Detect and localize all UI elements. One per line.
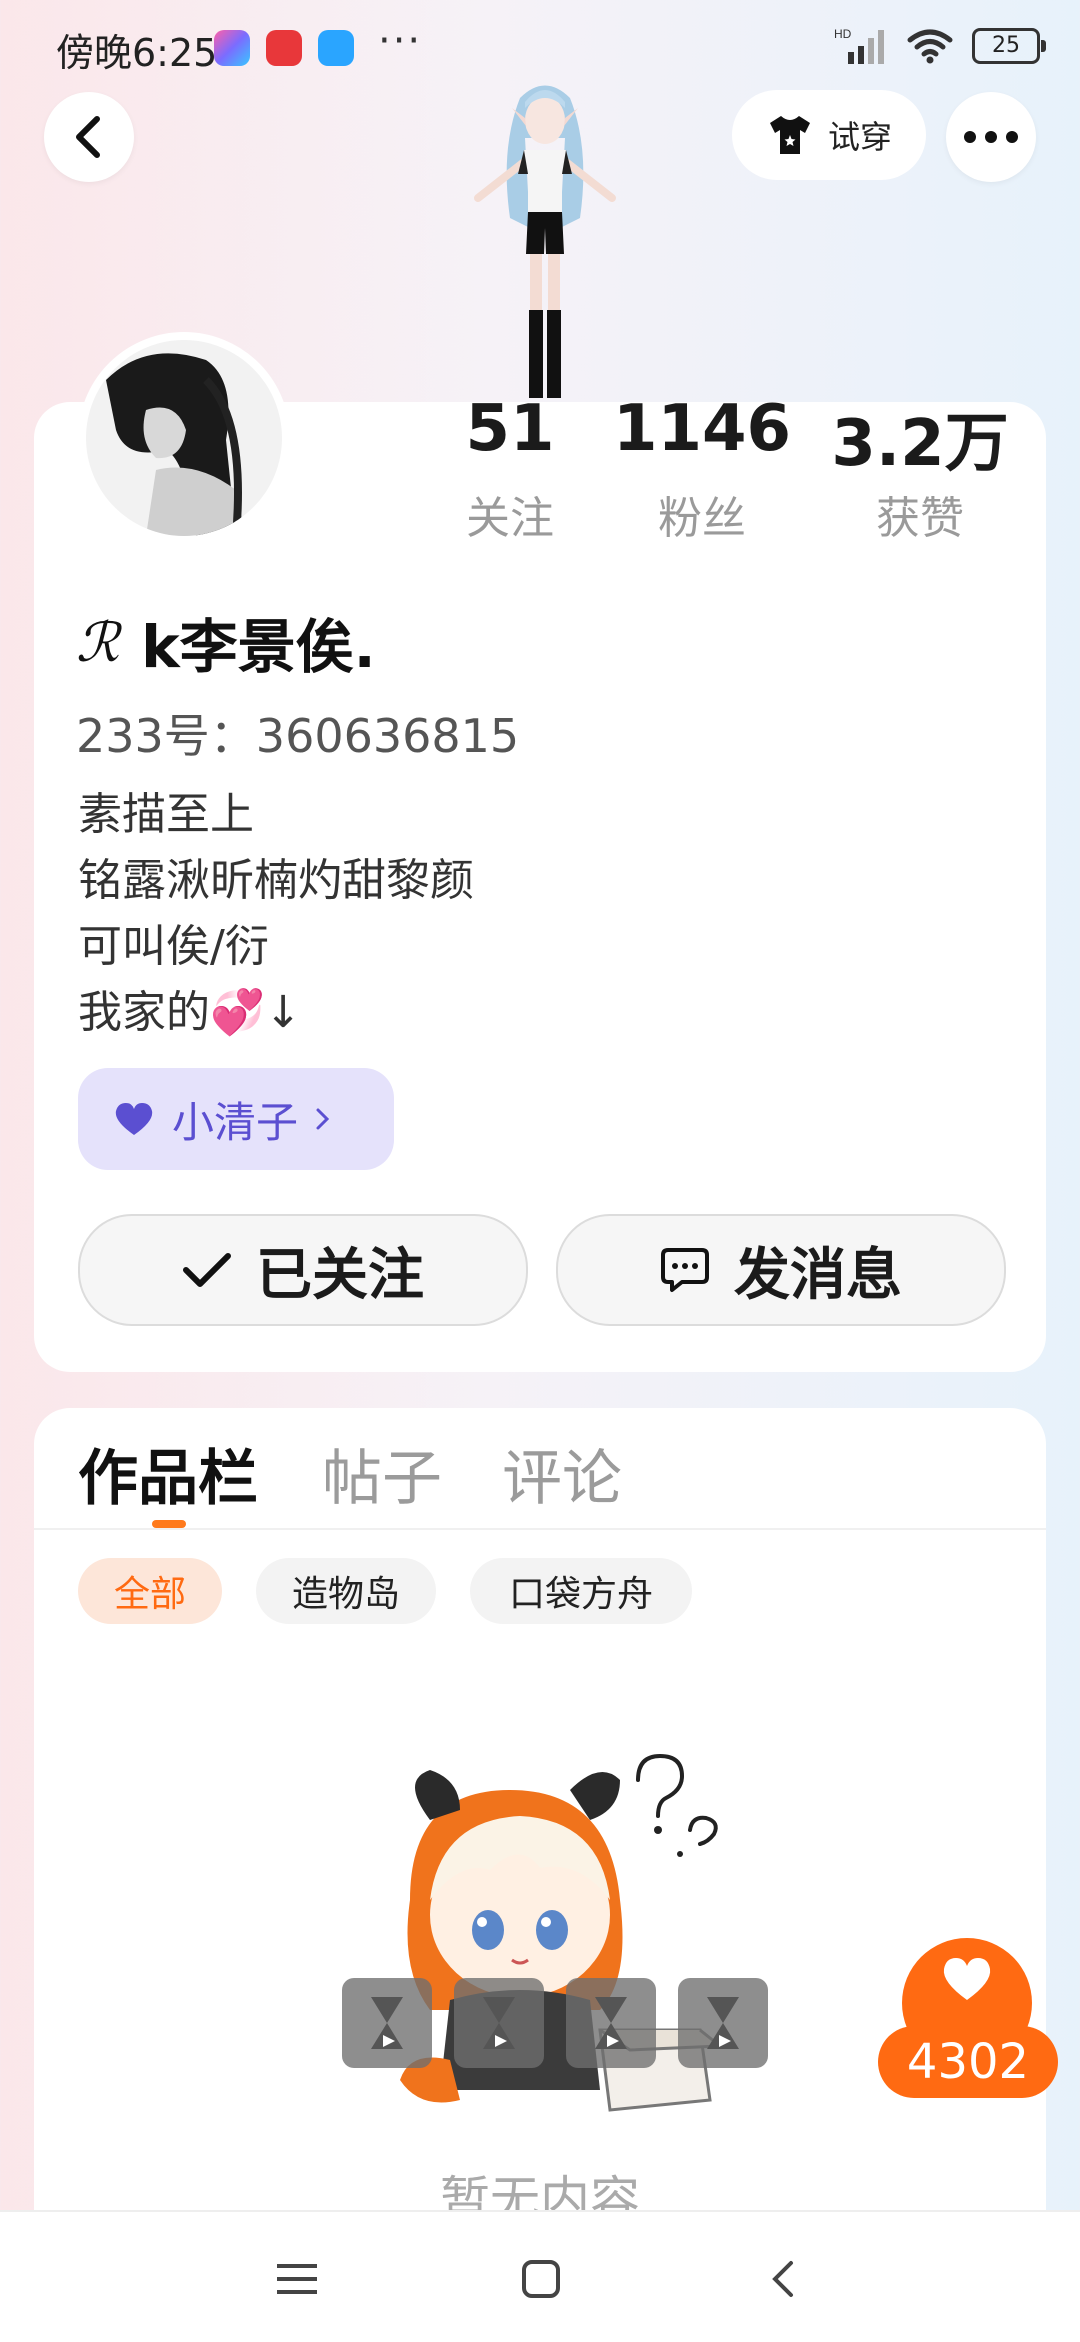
back-nav-icon[interactable] bbox=[748, 2244, 818, 2314]
check-icon bbox=[183, 1253, 231, 1287]
bio-line: 素描至上 bbox=[78, 789, 254, 840]
message-button[interactable]: 发消息 bbox=[556, 1214, 1006, 1326]
home-icon[interactable] bbox=[506, 2244, 576, 2314]
avatar-image bbox=[86, 340, 282, 536]
filter-all[interactable]: 全部 bbox=[78, 1558, 222, 1624]
following-label[interactable]: 关注 bbox=[410, 482, 610, 546]
bio-line: 我家的💞↓ bbox=[78, 987, 302, 1038]
message-label: 发消息 bbox=[734, 1242, 902, 1308]
hourglass-icon bbox=[707, 1997, 739, 2049]
video-thumbnail[interactable] bbox=[454, 1978, 544, 2068]
empty-state-illustration bbox=[400, 1753, 725, 2112]
app-notification-icon bbox=[318, 30, 354, 66]
app-notification-icon bbox=[266, 30, 302, 66]
chevron-left-icon bbox=[76, 116, 100, 158]
more-button[interactable] bbox=[946, 92, 1036, 182]
signal-icon: HD bbox=[834, 27, 884, 64]
video-thumbnail[interactable] bbox=[342, 1978, 432, 2068]
battery-indicator: 25 bbox=[972, 28, 1046, 64]
followed-label: 已关注 bbox=[256, 1242, 424, 1308]
tshirt-icon bbox=[769, 116, 810, 154]
chat-icon bbox=[661, 1248, 709, 1292]
bio-line: 铭露湫昕楠灼甜黎颜 bbox=[78, 855, 474, 906]
try-on-button[interactable]: 试穿 bbox=[732, 90, 926, 180]
profile-name: k李景俟. bbox=[141, 613, 376, 681]
heart-icon bbox=[115, 1103, 153, 1135]
more-dots-icon bbox=[964, 131, 1018, 143]
followed-button[interactable]: 已关注 bbox=[78, 1214, 528, 1326]
likes-count[interactable]: 3.2万 bbox=[820, 392, 1020, 484]
active-tab-indicator bbox=[152, 1520, 186, 1528]
menu-icon[interactable] bbox=[262, 2244, 332, 2314]
hourglass-icon bbox=[595, 1997, 627, 2049]
virtual-avatar-figure[interactable] bbox=[440, 78, 650, 398]
app-notification-icon bbox=[214, 30, 250, 66]
video-thumbnail[interactable] bbox=[678, 1978, 768, 2068]
followers-label[interactable]: 粉丝 bbox=[602, 482, 802, 546]
following-count[interactable]: 51 bbox=[410, 392, 610, 466]
divider bbox=[34, 1528, 1046, 1530]
hourglass-icon bbox=[483, 1997, 515, 2049]
relation-chip-label: 小清子 bbox=[172, 1097, 299, 1147]
tab-works[interactable]: 作品栏 bbox=[78, 1430, 258, 1517]
bio: 素描至上 铭露湫昕楠灼甜黎颜 可叫俟/衍 我家的💞↓ bbox=[78, 782, 474, 1046]
like-count[interactable]: 4302 bbox=[878, 2026, 1058, 2098]
wifi-icon bbox=[907, 29, 953, 64]
network-type: HD bbox=[834, 27, 852, 41]
back-button[interactable] bbox=[44, 92, 134, 182]
name-prefix: ℛ bbox=[76, 610, 120, 674]
user-id[interactable]: 233号：360636815 bbox=[76, 700, 519, 766]
tab-comments[interactable]: 评论 bbox=[502, 1430, 622, 1517]
bio-line: 可叫俟/衍 bbox=[78, 921, 269, 972]
status-icons: HD 25 bbox=[834, 26, 1046, 66]
filter-creation-island[interactable]: 造物岛 bbox=[256, 1558, 436, 1624]
heart-icon bbox=[943, 1958, 991, 2000]
followers-count[interactable]: 1146 bbox=[602, 392, 802, 466]
avatar[interactable] bbox=[78, 332, 290, 544]
tab-posts[interactable]: 帖子 bbox=[322, 1430, 442, 1517]
try-on-label: 试穿 bbox=[827, 118, 892, 156]
likes-label[interactable]: 获赞 bbox=[820, 482, 1020, 546]
profile-name-row: ℛ k李景俟. bbox=[76, 600, 376, 684]
status-time: 傍晚6:25 bbox=[56, 31, 218, 75]
video-thumbnail[interactable] bbox=[566, 1978, 656, 2068]
status-more-notifications: ··· bbox=[378, 18, 423, 64]
hourglass-icon bbox=[371, 1997, 403, 2049]
relation-chip[interactable]: 小清子 bbox=[78, 1068, 394, 1170]
filter-pocket-ark[interactable]: 口袋方舟 bbox=[470, 1558, 692, 1624]
chevron-right-icon bbox=[316, 1108, 330, 1130]
